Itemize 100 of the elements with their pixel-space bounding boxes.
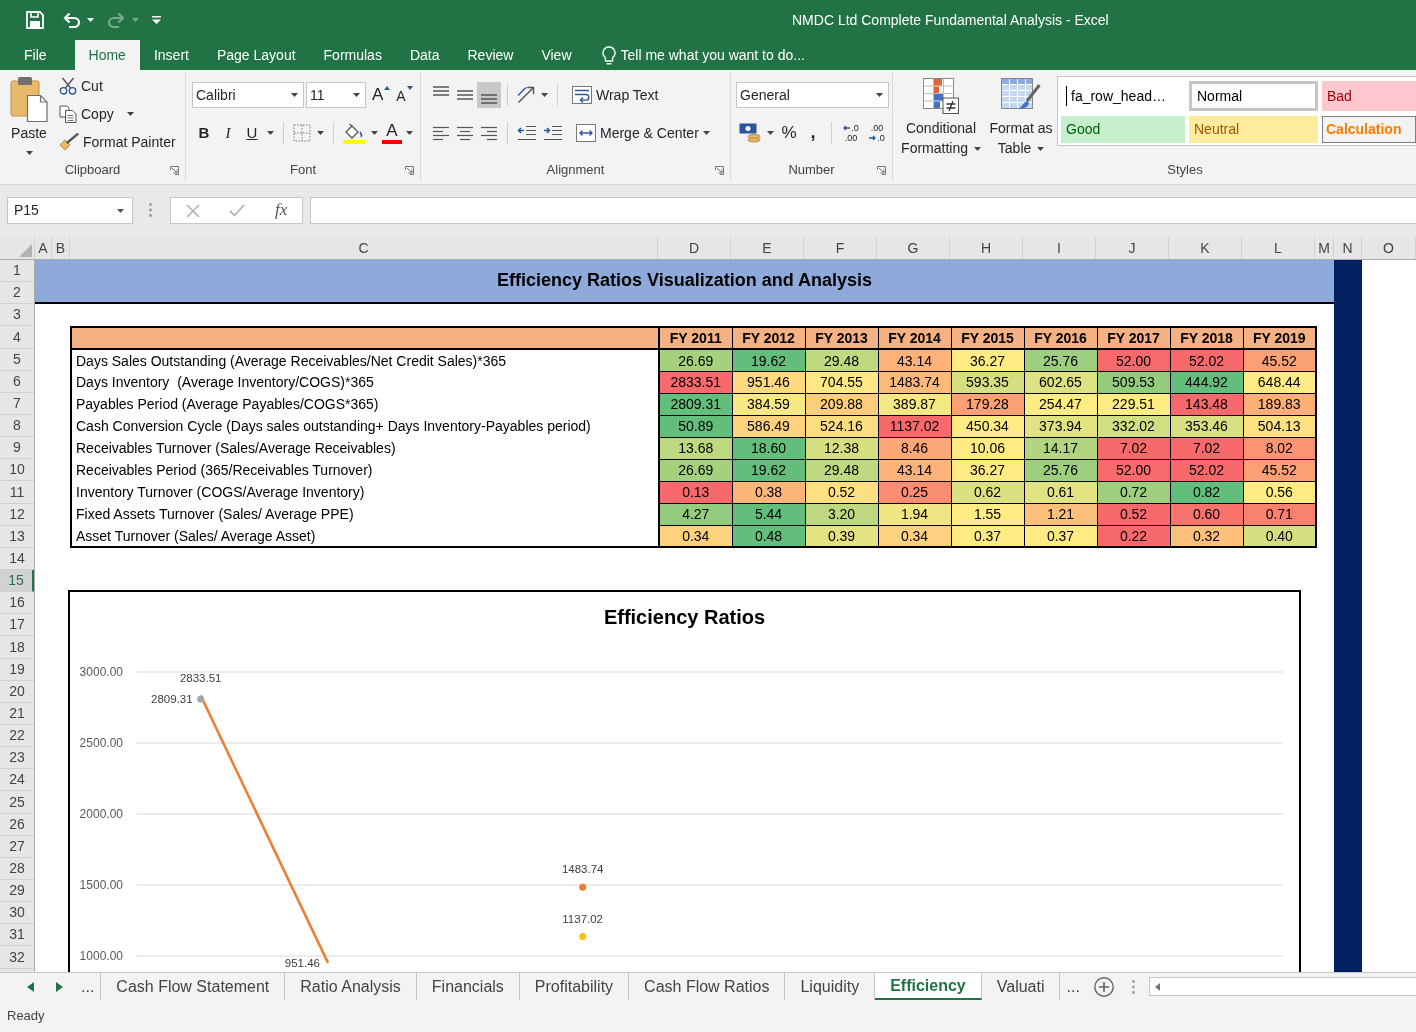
row-header[interactable]: 16 bbox=[0, 592, 34, 615]
next-sheet-icon[interactable] bbox=[56, 981, 63, 992]
row-header[interactable]: 14 bbox=[0, 547, 34, 570]
column-header[interactable]: C bbox=[70, 237, 658, 259]
column-header[interactable]: D bbox=[658, 237, 731, 259]
dialog-launcher-icon[interactable] bbox=[715, 165, 724, 175]
row-header[interactable]: 8 bbox=[0, 415, 34, 438]
dialog-launcher-icon[interactable] bbox=[405, 165, 414, 175]
row-header[interactable]: 30 bbox=[0, 902, 34, 925]
row-header[interactable]: 7 bbox=[0, 392, 34, 415]
column-header[interactable]: G bbox=[877, 237, 950, 259]
ribbon-tab[interactable]: Review bbox=[453, 40, 528, 70]
caret-icon[interactable] bbox=[87, 18, 94, 22]
row-header[interactable]: 6 bbox=[0, 370, 34, 393]
row-header[interactable]: 20 bbox=[0, 680, 34, 703]
dialog-launcher-icon[interactable] bbox=[877, 165, 886, 175]
row-header[interactable]: 31 bbox=[0, 924, 34, 947]
wrap-text-button[interactable]: Wrap Text bbox=[572, 82, 659, 108]
underline-button[interactable]: U bbox=[240, 120, 264, 146]
grip-icon[interactable] bbox=[149, 203, 152, 217]
format-painter-button[interactable]: Format Painter bbox=[59, 131, 176, 153]
row-header[interactable]: 22 bbox=[0, 724, 34, 748]
undo-icon[interactable] bbox=[62, 12, 81, 28]
check-icon[interactable] bbox=[229, 204, 246, 217]
row-header[interactable]: 12 bbox=[0, 503, 34, 526]
paste-button[interactable]: Paste bbox=[5, 72, 53, 155]
row-header[interactable]: 9 bbox=[0, 437, 34, 460]
style-option[interactable]: Good bbox=[1061, 116, 1185, 143]
row-header[interactable]: 29 bbox=[0, 879, 34, 903]
row-header[interactable]: 1 bbox=[0, 260, 34, 283]
name-box-field[interactable]: P15 bbox=[7, 197, 133, 224]
row-header[interactable]: 28 bbox=[0, 857, 34, 880]
scroll-left-icon[interactable] bbox=[1154, 982, 1160, 991]
font-size-dropdown[interactable]: 11 bbox=[306, 82, 366, 108]
shrink-font-button[interactable]: A bbox=[396, 82, 413, 108]
row-header[interactable]: 10 bbox=[0, 459, 34, 482]
column-header[interactable]: H bbox=[950, 237, 1023, 259]
italic-button[interactable]: I bbox=[216, 120, 240, 146]
row-header[interactable]: 5 bbox=[0, 348, 34, 371]
row-header[interactable]: 13 bbox=[0, 525, 34, 548]
row-header[interactable]: 26 bbox=[0, 813, 34, 836]
save-icon[interactable] bbox=[26, 11, 44, 29]
row-header[interactable]: 15 bbox=[0, 569, 34, 593]
row-header[interactable]: 11 bbox=[0, 481, 34, 504]
dialog-launcher-icon[interactable] bbox=[170, 165, 179, 175]
more-sheets-button[interactable]: ... bbox=[1060, 973, 1086, 1000]
decrease-indent-icon[interactable] bbox=[517, 125, 537, 141]
row-header[interactable]: 4 bbox=[0, 326, 34, 349]
previous-sheet-icon[interactable] bbox=[27, 981, 34, 992]
row-header[interactable]: 19 bbox=[0, 658, 34, 681]
row-header[interactable]: 2 bbox=[0, 282, 34, 305]
row-header[interactable]: 32 bbox=[0, 946, 34, 969]
comma-button[interactable]: , bbox=[801, 120, 825, 146]
row-header[interactable]: 17 bbox=[0, 614, 34, 637]
number-format-dropdown[interactable]: General bbox=[736, 82, 889, 108]
row-header[interactable]: 25 bbox=[0, 791, 34, 814]
caret-icon[interactable] bbox=[267, 131, 274, 135]
column-header[interactable]: N bbox=[1334, 237, 1362, 259]
fill-color-icon[interactable] bbox=[343, 122, 365, 144]
increase-indent-icon[interactable] bbox=[543, 125, 563, 141]
grip-icon[interactable] bbox=[1131, 979, 1135, 994]
insert-function-button[interactable]: fx bbox=[274, 200, 288, 221]
column-header[interactable]: L bbox=[1242, 237, 1315, 259]
ribbon-tab[interactable]: Page Layout bbox=[202, 40, 310, 70]
align-right-icon[interactable] bbox=[480, 125, 498, 141]
column-header[interactable]: A bbox=[35, 237, 52, 259]
column-header[interactable]: O bbox=[1362, 237, 1416, 259]
scrollbar-track[interactable] bbox=[1148, 977, 1416, 996]
conditional-formatting-button[interactable]: Conditional Formatting bbox=[897, 76, 985, 159]
ribbon-tab[interactable]: Insert bbox=[139, 40, 203, 70]
column-header[interactable]: J bbox=[1096, 237, 1169, 259]
add-sheet-icon[interactable] bbox=[1093, 976, 1114, 997]
formula-field[interactable] bbox=[310, 197, 1416, 224]
caret-icon[interactable] bbox=[317, 131, 324, 135]
column-header[interactable]: F bbox=[804, 237, 877, 259]
ribbon-tab[interactable]: Formulas bbox=[309, 40, 396, 70]
style-option[interactable]: Normal bbox=[1189, 81, 1318, 111]
column-header[interactable]: M bbox=[1315, 237, 1334, 259]
customize-icon[interactable] bbox=[152, 16, 161, 24]
column-header[interactable]: K bbox=[1169, 237, 1242, 259]
format-as-table-button[interactable]: Format as Table bbox=[988, 76, 1054, 159]
ribbon-tab[interactable]: Data bbox=[395, 40, 454, 70]
row-header[interactable]: 23 bbox=[0, 747, 34, 770]
style-option[interactable]: Neutral bbox=[1189, 116, 1318, 143]
decrease-decimal-button[interactable]: .00 .0 bbox=[864, 120, 890, 146]
tell-me-field[interactable]: Tell me what you want to do... bbox=[615, 43, 856, 67]
cut-button[interactable]: Cut bbox=[59, 75, 176, 97]
grow-font-button[interactable]: A bbox=[372, 82, 391, 108]
row-header[interactable]: 24 bbox=[0, 769, 34, 792]
caret-icon[interactable] bbox=[406, 131, 413, 135]
style-option[interactable]: Bad bbox=[1322, 81, 1416, 111]
row-header[interactable]: 27 bbox=[0, 835, 34, 858]
merge-center-button[interactable]: Merge & Center bbox=[576, 120, 710, 146]
row-header[interactable]: 18 bbox=[0, 636, 34, 659]
column-header[interactable]: E bbox=[731, 237, 804, 259]
align-bottom-button[interactable] bbox=[477, 82, 501, 108]
caret-icon[interactable] bbox=[541, 93, 548, 97]
caret-icon[interactable] bbox=[371, 131, 378, 135]
row-header[interactable]: 3 bbox=[0, 304, 34, 327]
align-center-icon[interactable] bbox=[456, 125, 474, 141]
